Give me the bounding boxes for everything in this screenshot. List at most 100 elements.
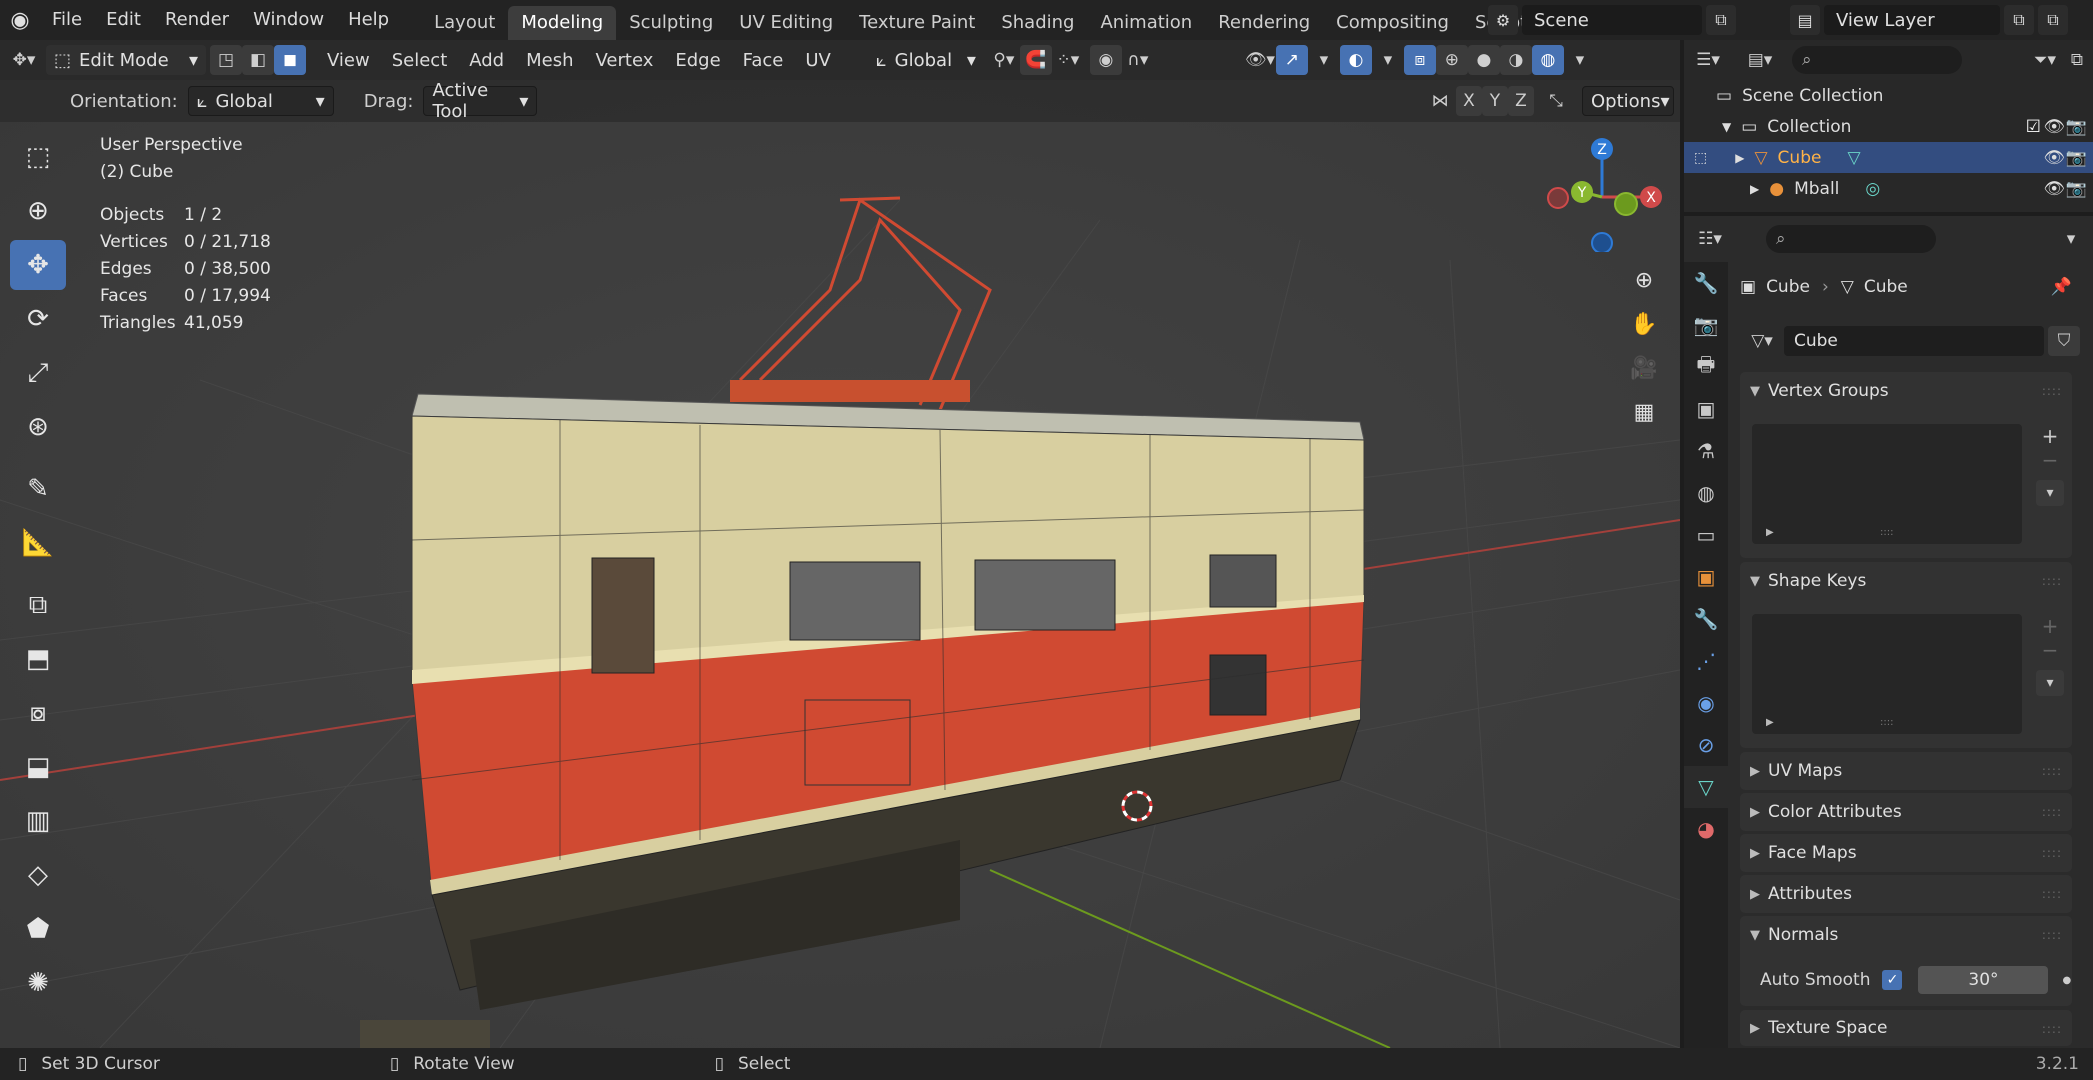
mirror-y-toggle[interactable]: Y — [1482, 86, 1508, 116]
drag-handle-icon[interactable]: :::: — [2042, 805, 2062, 819]
inset-tool-icon[interactable]: ⧇ — [10, 688, 66, 738]
menu-window[interactable]: Window — [241, 0, 336, 40]
vertex-groups-list[interactable]: ▶ :::: — [1752, 424, 2022, 544]
constraints-tab-icon[interactable]: ⊘ — [1684, 724, 1728, 766]
mirror-z-toggle[interactable]: Z — [1508, 86, 1534, 116]
scale-tool-icon[interactable]: ⤢ — [10, 348, 66, 398]
menu-face[interactable]: Face — [732, 50, 795, 71]
collection-row[interactable]: ▼ ▭ Collection ☑ 👁 📷 — [1684, 111, 2093, 142]
eye-icon[interactable]: 👁 — [2043, 148, 2065, 168]
scene-collection-row[interactable]: ▭ Scene Collection — [1684, 80, 2093, 111]
filter-icon[interactable]: ⏷▾ — [2029, 45, 2061, 75]
drag-handle-icon[interactable]: :::: — [2042, 574, 2062, 588]
shape-keys-header[interactable]: ▼ Shape Keys — [1740, 562, 2072, 600]
pin-icon[interactable]: 📌 — [2051, 277, 2072, 297]
mesh-browse-icon[interactable]: ▽▾ — [1740, 326, 1784, 356]
rotate-tool-icon[interactable]: ⟳ — [10, 294, 66, 344]
select-box-icon[interactable]: ⬚ — [10, 132, 66, 182]
measure-tool-icon[interactable]: 📐 — [10, 518, 66, 568]
eye-icon[interactable]: 👁 — [2043, 117, 2065, 137]
render-tab-icon[interactable]: 📷 — [1684, 304, 1728, 346]
new-view-layer-icon[interactable]: ⧉ — [2004, 5, 2034, 35]
face-maps-panel[interactable]: ▶ Face Maps :::: — [1740, 834, 2072, 872]
extrude-tool-icon[interactable]: ⬒ — [10, 634, 66, 684]
particles-tab-icon[interactable]: ⋰ — [1684, 640, 1728, 682]
add-cube-tool-icon[interactable]: ⧉ — [10, 580, 66, 630]
view-layer-icon[interactable]: ▤ — [1790, 5, 1820, 35]
camera-icon[interactable]: 📷 — [2066, 117, 2087, 137]
transform-tool-icon[interactable]: ⊛ — [10, 402, 66, 452]
list-resize-grip[interactable]: :::: — [1880, 527, 1893, 538]
vertex-group-specials-icon[interactable]: ▾ — [2036, 480, 2064, 506]
editor-type-icon[interactable]: ✥▾ — [8, 45, 40, 75]
zoom-icon[interactable]: ⊕ — [1622, 258, 1666, 302]
loop-cut-tool-icon[interactable]: ▥ — [10, 796, 66, 846]
gizmo-dropdown-icon[interactable]: ▾ — [1308, 45, 1340, 75]
shape-keys-list[interactable]: ▶ :::: — [1752, 614, 2022, 734]
edge-select-icon[interactable]: ◧ — [242, 45, 274, 75]
snap-toggle-icon[interactable]: 🧲 — [1019, 45, 1052, 75]
list-expand-icon[interactable]: ▶ — [1766, 527, 1774, 538]
physics-tab-icon[interactable]: ◉ — [1684, 682, 1728, 724]
move-tool-icon[interactable]: ✥ — [10, 240, 66, 290]
normals-header[interactable]: ▼ Normals — [1740, 916, 2072, 954]
outliner-item-cube[interactable]: ⬚ ▶ ▽ Cube ▽ 👁 📷 — [1684, 142, 2093, 173]
menu-edge[interactable]: Edge — [664, 50, 731, 71]
mirror-x-toggle[interactable]: X — [1456, 86, 1482, 116]
snap-target-icon[interactable]: ⁘▾ — [1052, 45, 1084, 75]
menu-uv[interactable]: UV — [794, 50, 842, 71]
properties-options-icon[interactable]: ▾ — [2055, 224, 2087, 254]
orientation-select[interactable]: ⟀ Global ▾ — [187, 86, 334, 116]
mesh-data-tab-icon[interactable]: ▽ — [1684, 766, 1728, 808]
view-layer-field[interactable]: View Layer — [1824, 5, 2000, 35]
tool-tab-icon[interactable]: 🔧 — [1684, 262, 1728, 304]
camera-view-icon[interactable]: 🎥 — [1622, 346, 1666, 390]
add-shape-key-icon[interactable]: + — [2036, 614, 2064, 638]
list-expand-icon[interactable]: ▶ — [1766, 717, 1774, 728]
remove-view-layer-icon[interactable]: ⧉ — [2038, 5, 2068, 35]
options-dropdown[interactable]: Options ▾ — [1582, 86, 1674, 116]
cursor-tool-icon[interactable]: ⊕ — [10, 186, 66, 236]
camera-icon[interactable]: 📷 — [2066, 148, 2087, 168]
bevel-tool-icon[interactable]: ⬓ — [10, 742, 66, 792]
shading-dropdown-icon[interactable]: ▾ — [1564, 45, 1596, 75]
menu-file[interactable]: File — [40, 0, 94, 40]
drag-handle-icon[interactable]: :::: — [2042, 1022, 2062, 1036]
menu-add[interactable]: Add — [458, 50, 515, 71]
keyframe-dot-icon[interactable]: ● — [2062, 975, 2071, 986]
object-tab-icon[interactable]: ▣ — [1684, 556, 1728, 598]
mode-select[interactable]: ⬚ Edit Mode ▾ — [46, 45, 206, 75]
spin-tool-icon[interactable]: ✺ — [10, 958, 66, 1008]
wireframe-shading-icon[interactable]: ⊕ — [1435, 45, 1468, 75]
properties-editor-icon[interactable]: ☷▾ — [1694, 224, 1726, 254]
eye-icon[interactable]: 👁 — [2043, 179, 2065, 199]
transform-orientation-select[interactable]: ⟀ Global ▾ — [868, 45, 984, 75]
gizmo-toggle-icon[interactable]: ↗ — [1275, 45, 1308, 75]
knife-tool-icon[interactable]: ◇ — [10, 850, 66, 900]
outliner-search-input[interactable]: ⌕ — [1792, 46, 1962, 74]
overlay-dropdown-icon[interactable]: ▾ — [1372, 45, 1404, 75]
poly-build-tool-icon[interactable]: ⬟ — [10, 904, 66, 954]
tab-texture-paint[interactable]: Texture Paint — [846, 6, 988, 40]
checkbox-icon[interactable]: ☑ — [2026, 117, 2041, 137]
material-shading-icon[interactable]: ◑ — [1499, 45, 1532, 75]
tab-rendering[interactable]: Rendering — [1205, 6, 1323, 40]
tab-layout[interactable]: Layout — [421, 6, 508, 40]
drag-handle-icon[interactable]: :::: — [2042, 384, 2062, 398]
display-mode-icon[interactable]: ▤▾ — [1744, 45, 1776, 75]
output-tab-icon[interactable]: 🖶 — [1684, 346, 1728, 388]
falloff-icon[interactable]: ∩▾ — [1122, 45, 1154, 75]
remove-shape-key-icon[interactable]: − — [2036, 638, 2064, 662]
menu-render[interactable]: Render — [153, 0, 241, 40]
grid-perspective-icon[interactable]: ▦ — [1622, 390, 1666, 434]
list-resize-grip[interactable]: :::: — [1880, 717, 1893, 728]
edit-mode-icon[interactable]: ⬚ — [1694, 150, 1707, 166]
rendered-shading-icon[interactable]: ◍ — [1531, 45, 1564, 75]
uv-maps-panel[interactable]: ▶ UV Maps :::: — [1740, 752, 2072, 790]
attributes-panel[interactable]: ▶ Attributes :::: — [1740, 875, 2072, 913]
visibility-icon[interactable]: 👁▾ — [1244, 45, 1276, 75]
pan-hand-icon[interactable]: ✋ — [1622, 302, 1666, 346]
mesh-name-input[interactable]: Cube — [1784, 326, 2044, 356]
camera-icon[interactable]: 📷 — [2066, 179, 2087, 199]
outliner-editor-icon[interactable]: ☰▾ — [1692, 45, 1724, 75]
